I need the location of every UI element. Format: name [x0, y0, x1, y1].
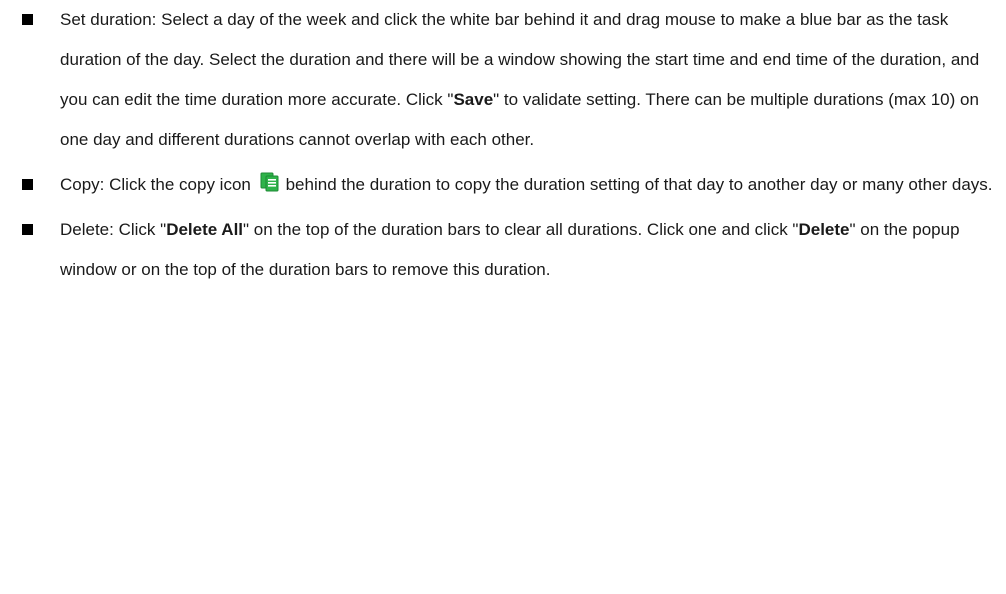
delete-all-keyword: Delete All — [166, 220, 244, 239]
item-text: Set duration: Select a day of the week a… — [60, 10, 984, 149]
instruction-list: Set duration: Select a day of the week a… — [0, 0, 1006, 290]
text-segment: Copy: Click the copy icon — [60, 175, 256, 194]
item-text: Delete: Click "Delete All" on the top of… — [60, 220, 964, 279]
square-bullet-icon — [22, 14, 33, 25]
list-item-set-duration: Set duration: Select a day of the week a… — [0, 0, 1002, 160]
delete-keyword: Delete — [798, 220, 850, 239]
text-segment: " on the top of the duration bars to cle… — [243, 220, 799, 239]
item-text: Copy: Click the copy icon behind the dur… — [60, 172, 993, 194]
save-keyword: Save — [453, 90, 494, 109]
list-item-delete: Delete: Click "Delete All" on the top of… — [0, 210, 1002, 290]
square-bullet-icon — [22, 224, 33, 235]
list-item-copy: Copy: Click the copy icon behind the dur… — [0, 165, 1002, 205]
text-segment: behind the duration to copy the duration… — [285, 175, 993, 194]
square-bullet-icon — [22, 179, 33, 190]
copy-icon — [260, 167, 280, 192]
text-segment: Delete: Click " — [60, 220, 167, 239]
